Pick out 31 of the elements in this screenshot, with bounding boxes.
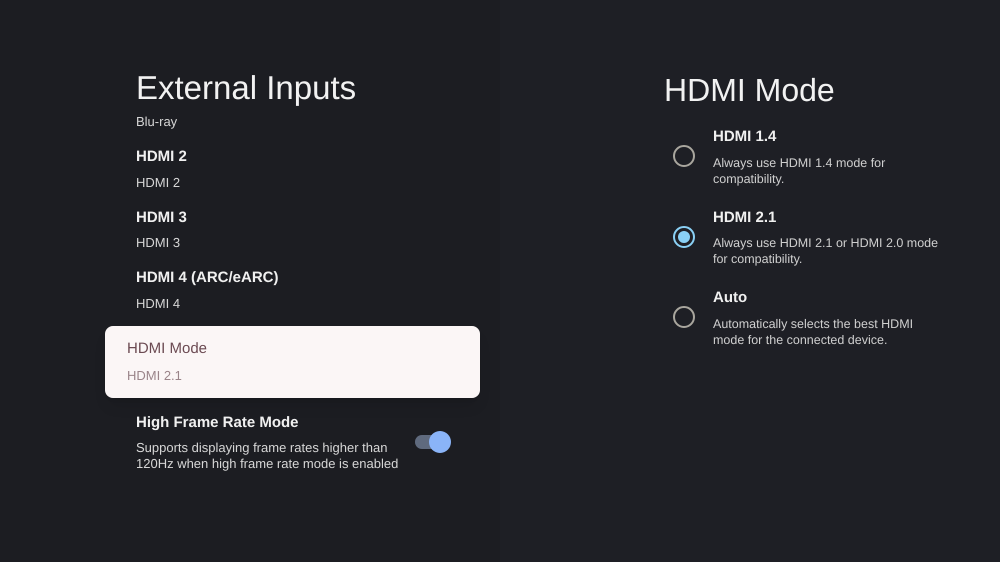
radio-option[interactable]: HDMI 1.4 Always use HDMI 1.4 mode for compatibility.: [673, 126, 1000, 186]
radio-button[interactable]: [673, 306, 695, 328]
item-subtitle: HDMI 4: [136, 296, 182, 312]
item-subtitle: HDMI 3: [136, 235, 182, 251]
panel-title: External Inputs: [136, 68, 356, 108]
item-subtitle: Blu-ray: [136, 114, 178, 130]
item-subtitle: Supports displaying frame rates higher than 120Hz when high frame rate mode is enabled: [136, 440, 399, 472]
item-subtitle: HDMI 2: [136, 174, 182, 190]
option-label: Auto: [713, 288, 748, 308]
menu-item[interactable]: Blu-ray: [105, 114, 480, 138]
menu-item[interactable]: HDMI Mode HDMI 2.1: [105, 326, 480, 398]
option-label: HDMI 1.4: [713, 127, 778, 147]
panel-title: HDMI Mode: [664, 71, 836, 110]
option-description: Always use HDMI 2.1 or HDMI 2.0 mode for compatibility.: [713, 235, 940, 267]
radio-option[interactable]: Auto Automatically selects the best HDMI mode for the connected device.: [673, 287, 1000, 348]
item-title: HDMI 4 (ARC/eARC): [136, 268, 280, 288]
option-label: HDMI 2.1: [713, 208, 778, 228]
item-title: High Frame Rate Mode: [136, 412, 300, 432]
radio-button[interactable]: [673, 145, 695, 168]
radio-button[interactable]: [673, 226, 695, 248]
item-subtitle: HDMI 2.1: [127, 367, 183, 385]
item-title: HDMI 2: [136, 147, 188, 167]
menu-item[interactable]: High Frame Rate Mode Supports displaying frame rates higher than 120Hz when high frame rate mode is enabled: [105, 404, 480, 480]
menu-item[interactable]: HDMI 3 HDMI 3: [105, 198, 480, 259]
radio-option[interactable]: HDMI 2.1 Always use HDMI 2.1 or HDMI 2.0 mode for compatibility.: [673, 206, 1000, 267]
menu-item[interactable]: HDMI 4 (ARC/eARC) HDMI 4: [105, 259, 480, 320]
menu-item[interactable]: HDMI 2 HDMI 2: [105, 138, 480, 198]
option-description: Automatically selects the best HDMI mode for the connected device.: [713, 316, 914, 348]
option-description: Always use HDMI 1.4 mode for compatibility.: [713, 154, 886, 186]
item-title: HDMI Mode: [127, 338, 208, 358]
item-title: HDMI 3: [136, 208, 188, 228]
